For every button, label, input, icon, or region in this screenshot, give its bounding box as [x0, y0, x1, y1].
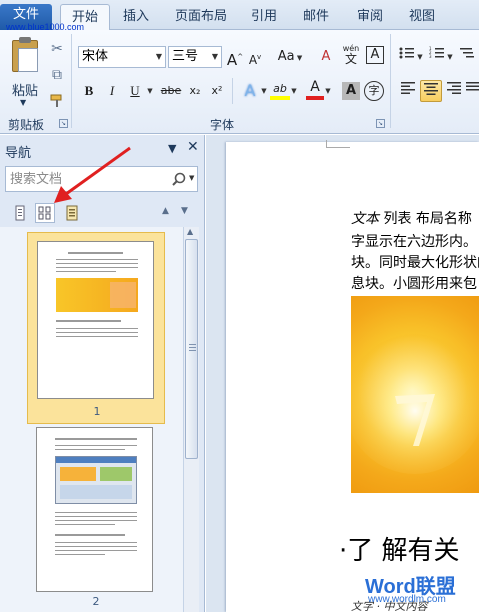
- font-color-button[interactable]: A: [306, 78, 324, 100]
- thumbnail-page-1[interactable]: 1: [27, 232, 165, 424]
- page-thumbnails-list: 1 2: [0, 227, 183, 612]
- clip-icon: [19, 37, 31, 43]
- align-center-icon[interactable]: [420, 80, 442, 102]
- wordlm-url: www.wordlm.com: [368, 594, 446, 605]
- chevron-down-icon[interactable]: ▼: [209, 47, 221, 67]
- tab-references[interactable]: 引用: [244, 4, 284, 30]
- page-thumbnails-icon: [38, 206, 51, 220]
- thumbnail-page-image: [36, 427, 153, 592]
- tab-browse-results[interactable]: [62, 203, 82, 223]
- close-icon[interactable]: ✕: [187, 139, 199, 155]
- document-text-line: 文本 列表 布局名称: [351, 211, 472, 227]
- superscript-button[interactable]: x²: [208, 80, 226, 102]
- tab-insert[interactable]: 插入: [116, 4, 156, 30]
- search-results-icon: [66, 205, 78, 221]
- document-text-line: 息块。小圆形用来包: [351, 276, 477, 292]
- chevron-down-icon[interactable]: ▼: [324, 80, 332, 102]
- thumbnail-screenshot: [55, 456, 137, 504]
- document-image[interactable]: [351, 296, 479, 493]
- margin-marker: [326, 140, 350, 148]
- pane-menu-icon[interactable]: ▼: [168, 142, 176, 155]
- chevron-down-icon[interactable]: ▼: [146, 80, 154, 102]
- document-text-line: 块。同时最大化形状的: [351, 255, 479, 271]
- thumbnail-page-number: 2: [92, 595, 100, 608]
- svg-text:3: 3: [429, 54, 432, 59]
- ribbon-home: 粘贴 ▼ ✂ ⧉ 剪贴板 ↘ 宋体 ▼ 三号 ▼ A^ Av Aa ▼ A wé…: [0, 30, 479, 134]
- chevron-down-icon[interactable]: ▼: [153, 47, 165, 67]
- font-size-value: 三号: [172, 49, 199, 64]
- scroll-up-icon[interactable]: ▲: [187, 227, 193, 236]
- previous-result-icon[interactable]: ▲: [162, 206, 169, 216]
- phonetic-guide-button[interactable]: wén 文: [340, 44, 362, 66]
- grow-font-button[interactable]: A^: [226, 46, 244, 69]
- document-text-line: 字显示在六边形内。: [351, 234, 477, 250]
- search-document-box: ▼: [5, 166, 198, 192]
- tab-browse-headings[interactable]: [10, 203, 30, 223]
- tab-review[interactable]: 审阅: [350, 4, 390, 30]
- clear-formatting-button[interactable]: A: [316, 46, 336, 68]
- paste-label: 粘贴: [11, 84, 38, 99]
- thumbnails-scrollbar[interactable]: ▲: [183, 227, 199, 612]
- font-launcher-icon[interactable]: ↘: [376, 119, 385, 128]
- navigation-pane: 导航 ▼ ✕ ▼ ▲ ▼: [0, 135, 205, 612]
- watermark-url: www.blue1000.com: [6, 22, 85, 32]
- character-shading-button[interactable]: A: [342, 82, 360, 100]
- bold-button[interactable]: B: [80, 80, 98, 102]
- cut-icon[interactable]: ✂: [46, 38, 68, 60]
- align-left-icon[interactable]: [398, 80, 418, 102]
- highlight-button[interactable]: ab: [270, 78, 290, 100]
- multilevel-list-icon[interactable]: [458, 46, 476, 68]
- clipboard-launcher-icon[interactable]: ↘: [59, 119, 68, 128]
- subscript-button[interactable]: x₂: [186, 80, 204, 102]
- chevron-down-icon[interactable]: ▼: [20, 98, 26, 107]
- thumbnail-page-2[interactable]: 2: [27, 427, 165, 612]
- search-icon[interactable]: [171, 169, 187, 189]
- numbering-icon[interactable]: 123: [428, 46, 446, 68]
- chevron-down-icon[interactable]: ▼: [416, 46, 424, 68]
- font-name-value: 宋体: [82, 49, 109, 64]
- chevron-down-icon[interactable]: ▼: [446, 46, 454, 68]
- headings-view-icon: [15, 205, 25, 221]
- windows7-wallpaper-image: [351, 334, 479, 474]
- tab-page-layout[interactable]: 页面布局: [168, 4, 234, 30]
- document-heading: ·了 解有关: [339, 536, 460, 566]
- character-border-button[interactable]: A: [366, 46, 384, 64]
- justify-icon[interactable]: [466, 80, 479, 102]
- chevron-down-icon[interactable]: ▼: [290, 80, 298, 102]
- thumbnail-page-image: [37, 241, 154, 399]
- strikethrough-button[interactable]: abe: [160, 80, 182, 102]
- font-size-combo[interactable]: 三号 ▼: [168, 46, 222, 68]
- tab-mailings[interactable]: 邮件: [296, 4, 336, 30]
- italic-button[interactable]: I: [103, 80, 121, 102]
- align-right-icon[interactable]: [444, 80, 464, 102]
- chevron-down-icon[interactable]: ▼: [189, 174, 194, 182]
- next-result-icon[interactable]: ▼: [181, 206, 188, 216]
- enclose-characters-button[interactable]: 字: [364, 81, 384, 101]
- navigation-title: 导航: [5, 146, 32, 161]
- font-name-combo[interactable]: 宋体 ▼: [78, 46, 166, 68]
- format-painter-icon[interactable]: [46, 90, 68, 112]
- chevron-down-icon[interactable]: ▼: [260, 80, 268, 102]
- thumbnail-image: [56, 278, 138, 312]
- bullets-icon[interactable]: [398, 46, 416, 68]
- paste-button[interactable]: 粘贴 ▼: [4, 34, 46, 114]
- shrink-font-button[interactable]: Av: [246, 46, 264, 68]
- scrollbar-thumb[interactable]: [185, 239, 198, 459]
- thumbnail-page-number: 1: [93, 405, 101, 418]
- search-document-input[interactable]: [6, 167, 156, 191]
- text-effects-button[interactable]: A: [240, 80, 260, 102]
- tab-browse-pages[interactable]: [35, 203, 55, 223]
- clipboard-group-label: 剪贴板: [8, 118, 45, 132]
- change-case-button[interactable]: Aa ▼: [276, 46, 304, 68]
- copy-icon[interactable]: ⧉: [46, 64, 68, 86]
- tab-view[interactable]: 视图: [402, 4, 442, 30]
- underline-button[interactable]: U: [126, 80, 144, 102]
- font-group-label: 字体: [210, 118, 235, 132]
